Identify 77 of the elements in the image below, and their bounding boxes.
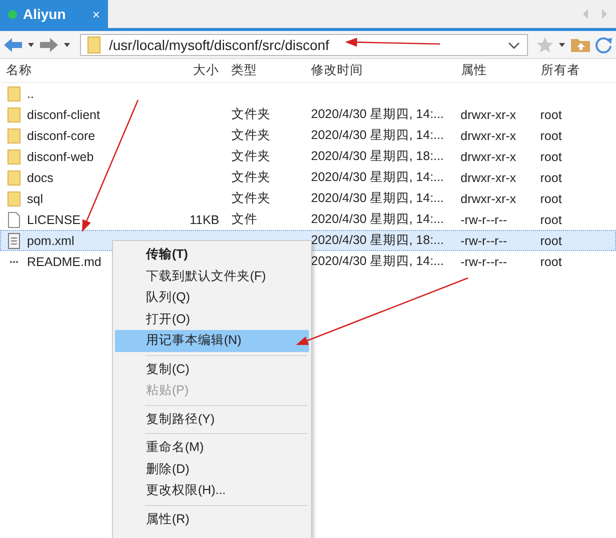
- folder-icon: [7, 170, 21, 186]
- permissions: drwxr-xr-x: [460, 150, 516, 164]
- owner: root: [540, 254, 562, 268]
- file-type: 文件夹: [231, 190, 270, 207]
- modified-time: 2020/4/30 星期四, 18:...: [311, 148, 444, 165]
- column-header[interactable]: 属性: [455, 62, 535, 79]
- menu-item[interactable]: 用记事本编辑(N): [115, 330, 309, 352]
- modified-time: 2020/4/30 星期四, 14:...: [311, 106, 444, 123]
- file-name: disconf-web: [27, 150, 94, 164]
- star-icon[interactable]: [536, 36, 568, 54]
- tab-title: Aliyun: [23, 6, 67, 22]
- file-type: 文件夹: [231, 127, 270, 144]
- permissions: drwxr-xr-x: [460, 128, 516, 142]
- folder-icon: [7, 86, 21, 102]
- owner: root: [540, 108, 562, 122]
- folder-icon: [87, 36, 101, 54]
- column-header[interactable]: 大小: [150, 62, 225, 79]
- menu-item[interactable]: 更改权限(H)...: [115, 480, 309, 502]
- menu-item[interactable]: 传输(T): [115, 244, 309, 266]
- column-header[interactable]: 修改时间: [305, 62, 455, 79]
- file-icon: [7, 212, 21, 228]
- menu-item[interactable]: 队列(Q): [115, 287, 309, 308]
- modified-time: 2020/4/30 星期四, 14:...: [311, 253, 444, 270]
- refresh-icon[interactable]: [594, 36, 614, 54]
- file-type: 文件夹: [231, 106, 270, 123]
- session-tab[interactable]: Aliyun ×: [0, 0, 108, 28]
- menu-item[interactable]: 属性(R): [115, 508, 309, 530]
- column-header[interactable]: 类型: [225, 62, 305, 79]
- folder-icon: [7, 128, 21, 144]
- back-icon[interactable]: [2, 36, 36, 54]
- folder-icon: [7, 190, 21, 206]
- file-name: ..: [27, 86, 34, 100]
- menu-item[interactable]: 重命名(M): [115, 437, 309, 458]
- file-type: 文件夹: [231, 148, 270, 165]
- column-header[interactable]: 名称: [0, 62, 150, 79]
- permissions: -rw-r--r--: [460, 212, 508, 226]
- file-name: docs: [27, 170, 54, 184]
- file-name: sql: [27, 192, 43, 206]
- permissions: -rw-r--r--: [460, 254, 508, 268]
- menu-item[interactable]: 下载到默认文件夹(F): [115, 266, 309, 287]
- file-name: pom.xml: [27, 234, 74, 248]
- folder-icon: [7, 148, 21, 164]
- document-icon: [7, 232, 21, 248]
- close-icon[interactable]: ×: [92, 6, 100, 22]
- permissions: -rw-r--r--: [460, 234, 508, 248]
- file-name: disconf-core: [27, 128, 96, 142]
- owner: root: [540, 128, 562, 142]
- address-field[interactable]: /usr/local/mysoft/disconf/src/disconf: [80, 34, 528, 56]
- permissions: drwxr-xr-x: [460, 108, 516, 122]
- modified-time: 2020/4/30 星期四, 14:...: [311, 169, 444, 186]
- file-size: 11KB: [190, 212, 220, 226]
- folder-icon: [7, 106, 21, 122]
- modified-time: 2020/4/30 星期四, 14:...: [311, 211, 444, 228]
- path-text: /usr/local/mysoft/disconf/src/disconf: [109, 36, 330, 52]
- chevron-down-icon[interactable]: [507, 40, 521, 50]
- menu-item[interactable]: 复制(C): [115, 358, 309, 380]
- file-name: README.md: [27, 254, 102, 268]
- file-type: 文件夹: [231, 169, 270, 186]
- owner: root: [540, 192, 562, 206]
- forward-icon[interactable]: [38, 36, 72, 54]
- file-name: disconf-client: [27, 108, 100, 122]
- owner: root: [540, 212, 562, 226]
- modified-time: 2020/4/30 星期四, 14:...: [311, 190, 444, 207]
- owner: root: [540, 234, 562, 248]
- status-dot-icon: [8, 10, 17, 18]
- modified-time: 2020/4/30 星期四, 14:...: [311, 127, 444, 144]
- owner: root: [540, 170, 562, 184]
- file-name: LICENSE: [27, 212, 80, 226]
- menu-item[interactable]: 复制路径(Y): [115, 408, 309, 430]
- menu-item[interactable]: 删除(D): [115, 458, 309, 480]
- file-type: 文件: [231, 211, 258, 228]
- modified-time: 2020/4/30 星期四, 18:...: [311, 232, 444, 249]
- owner: root: [540, 150, 562, 164]
- permissions: drwxr-xr-x: [460, 170, 516, 184]
- column-header[interactable]: 所有者: [535, 62, 616, 79]
- permissions: drwxr-xr-x: [460, 192, 516, 206]
- menu-item[interactable]: 打开(O): [115, 308, 309, 330]
